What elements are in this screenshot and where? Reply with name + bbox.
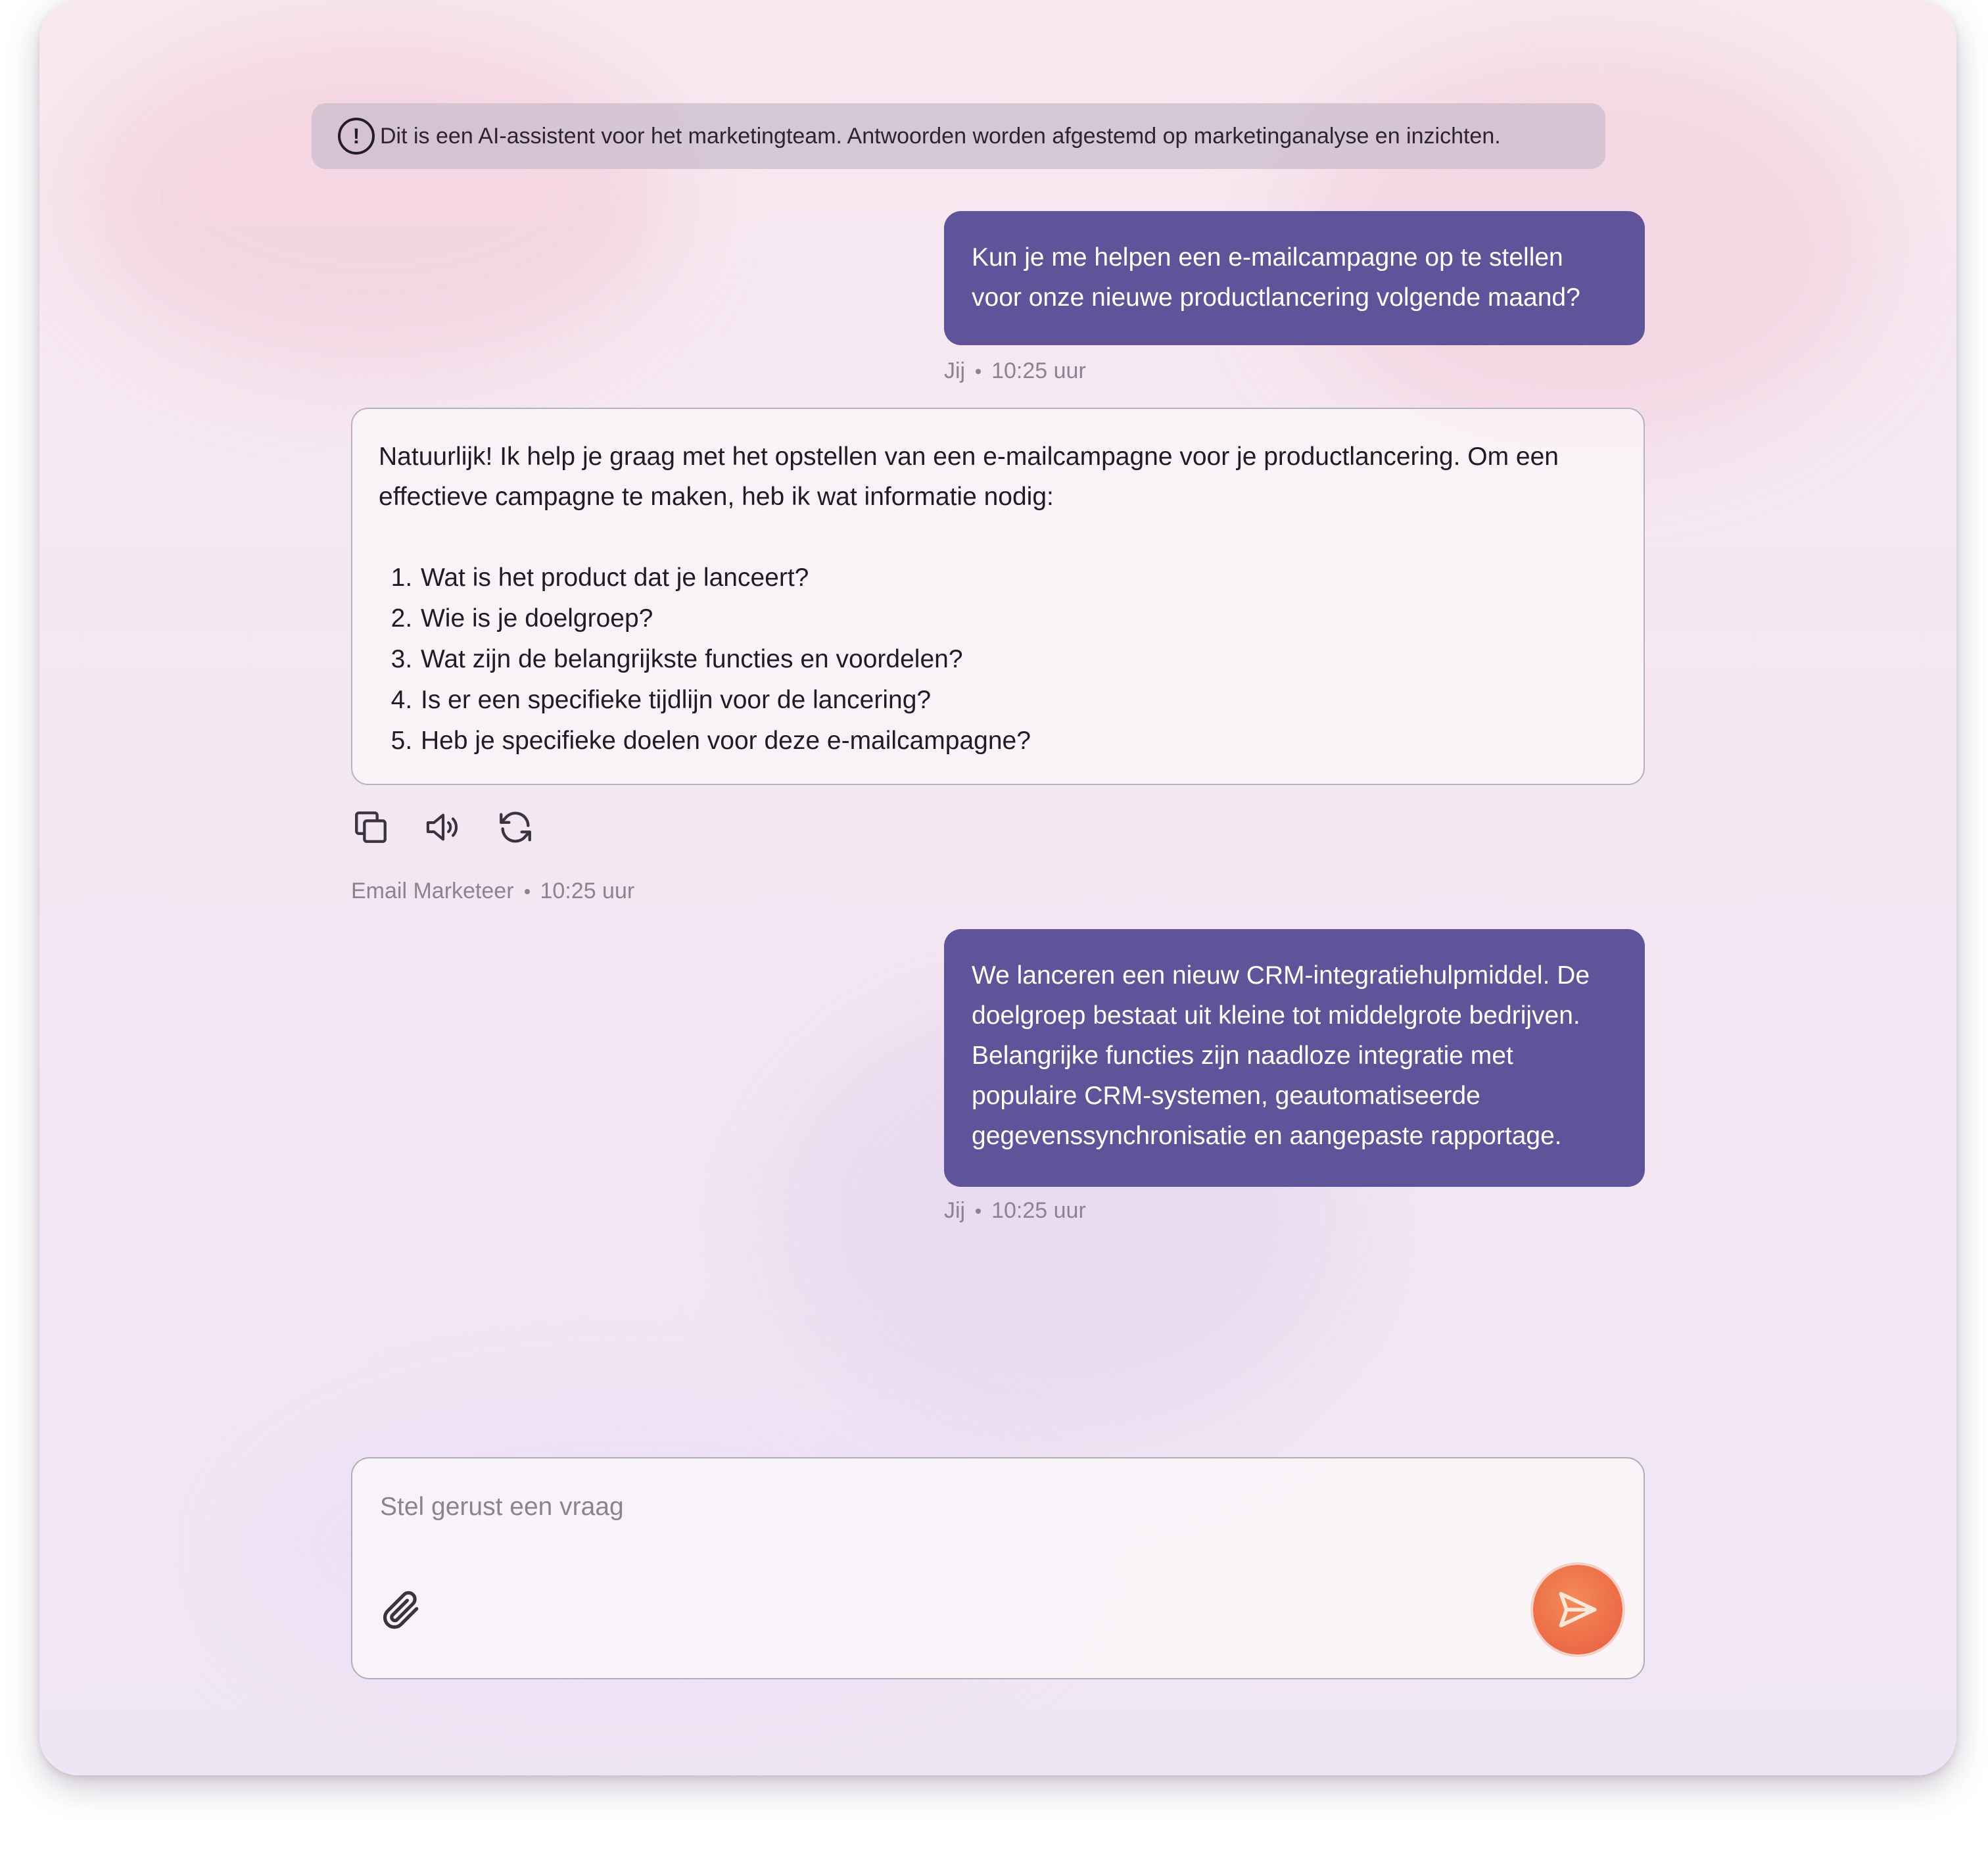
- question-list: Wat is het product dat je lanceert? Wie …: [379, 558, 1617, 761]
- message-line: populaire CRM-systemen, geautomatiseerde: [972, 1082, 1480, 1110]
- message-line: Kun je me helpen een e-mailcampagne op t…: [972, 243, 1563, 272]
- message-meta: Jij 10:25 uur: [944, 358, 1086, 384]
- message-meta: Email Marketeer 10:25 uur: [351, 878, 634, 904]
- user-message-bubble: We lanceren een nieuw CRM-integratiehulp…: [944, 929, 1645, 1187]
- alert-circle-icon: !: [338, 118, 375, 155]
- message-time: 10:25 uur: [540, 878, 635, 903]
- message-time: 10:25 uur: [991, 358, 1086, 383]
- message-author: Email Marketeer: [351, 878, 514, 903]
- list-item: Heb je specifieke doelen voor deze e-mai…: [419, 721, 1617, 761]
- list-item: Is er een specifieke tijdlijn voor de la…: [419, 680, 1617, 721]
- speaker-icon[interactable]: [423, 807, 463, 847]
- message-line: gegevenssynchronisatie en aangepaste rap…: [972, 1122, 1562, 1150]
- message-author: Jij: [944, 1198, 966, 1223]
- list-item: Wie is je doelgroep?: [419, 598, 1617, 639]
- message-composer: [351, 1457, 1645, 1679]
- separator-dot: [524, 888, 530, 894]
- send-button[interactable]: [1533, 1565, 1622, 1654]
- message-time: 10:25 uur: [991, 1198, 1086, 1223]
- message-actions: [351, 807, 535, 847]
- message-line: doelgroep bestaat uit kleine tot middelg…: [972, 1001, 1580, 1030]
- assistant-intro: Natuurlijk! Ik help je graag met het ops…: [379, 443, 1559, 511]
- list-item: Wat zijn de belangrijkste functies en vo…: [419, 639, 1617, 680]
- assistant-notice-banner: ! Dit is een AI-assistent voor het marke…: [312, 103, 1605, 169]
- message-input[interactable]: [379, 1483, 1499, 1531]
- notice-text: Dit is een AI-assistent voor het marketi…: [380, 123, 1501, 149]
- send-icon: [1559, 1592, 1597, 1627]
- list-item: Wat is het product dat je lanceert?: [419, 558, 1617, 598]
- user-message-bubble: Kun je me helpen een e-mailcampagne op t…: [944, 211, 1645, 345]
- message-line: We lanceren een nieuw CRM-integratiehulp…: [972, 961, 1590, 990]
- assistant-message-bubble: Natuurlijk! Ik help je graag met het ops…: [351, 408, 1645, 785]
- paperclip-icon[interactable]: [379, 1586, 422, 1633]
- message-line: Belangrijke functies zijn naadloze integ…: [972, 1042, 1513, 1070]
- refresh-icon[interactable]: [496, 807, 535, 847]
- separator-dot: [976, 1208, 982, 1214]
- copy-icon[interactable]: [351, 807, 390, 847]
- message-author: Jij: [944, 358, 966, 383]
- message-line: voor onze nieuwe productlancering volgen…: [972, 283, 1580, 312]
- message-meta: Jij 10:25 uur: [944, 1198, 1086, 1224]
- separator-dot: [976, 368, 982, 374]
